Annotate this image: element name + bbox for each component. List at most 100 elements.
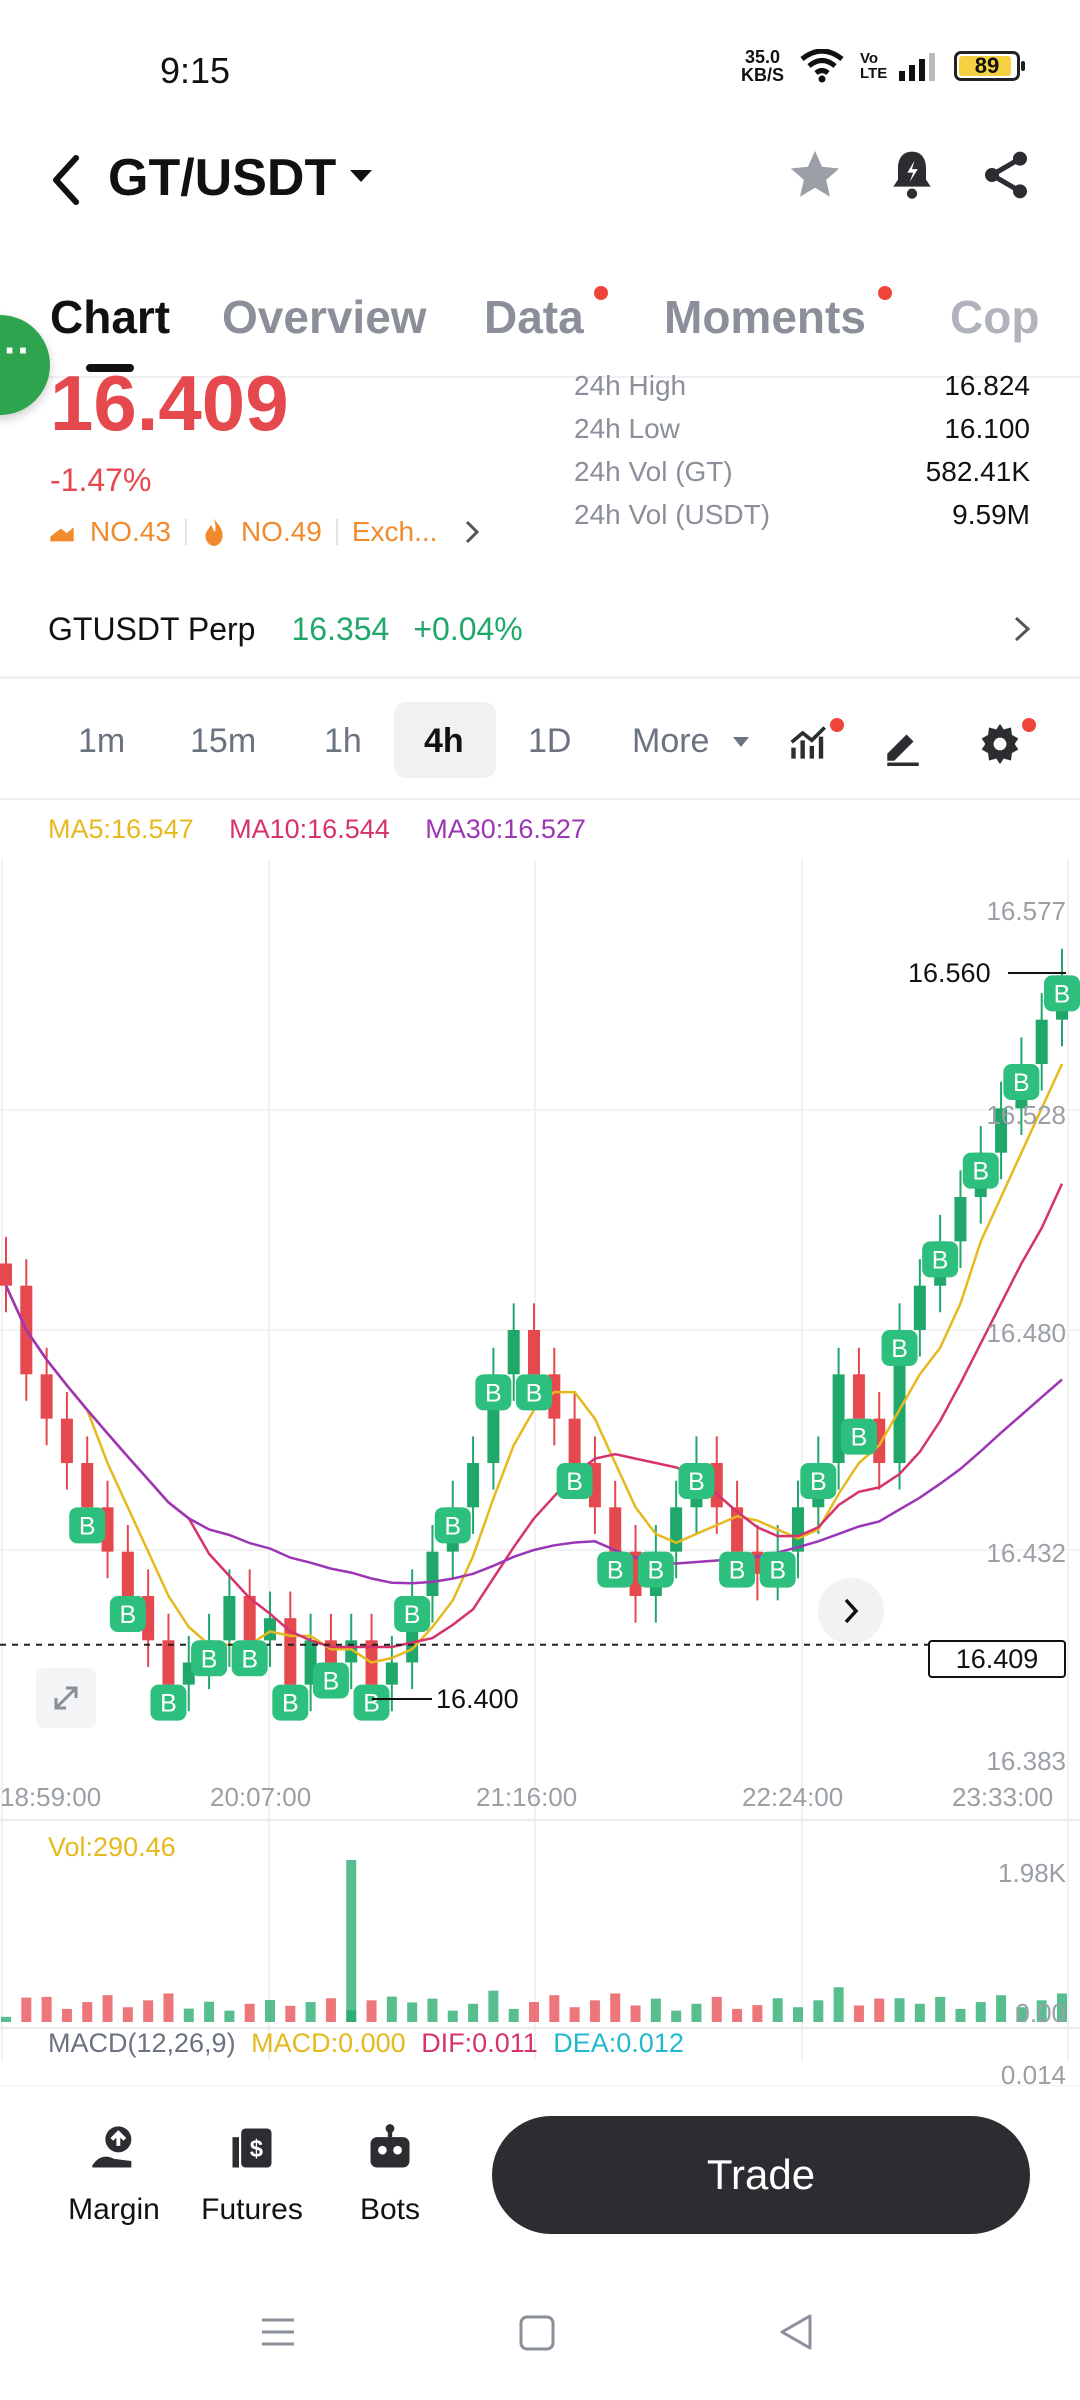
- timeframe-1d[interactable]: 1D: [528, 722, 571, 761]
- candle-body: [609, 1507, 622, 1552]
- tab-data[interactable]: Data: [484, 290, 584, 344]
- ticker-stats: 24h High 16.824 24h Low 16.100 24h Vol (GT…: [574, 370, 1030, 542]
- section-divider: [0, 676, 1080, 679]
- svg-text:B: B: [323, 1667, 340, 1695]
- rank-market-cap: NO.43: [90, 516, 171, 547]
- candle-body: [324, 1640, 337, 1663]
- trade-button[interactable]: Trade: [492, 2116, 1030, 2234]
- tab-overview[interactable]: Overview: [222, 290, 427, 344]
- alert-bell-icon[interactable]: [884, 146, 940, 204]
- timeframe-4h[interactable]: 4h: [424, 722, 464, 761]
- pair-title[interactable]: GT/USDT: [108, 148, 336, 208]
- candle-body: [1035, 1019, 1048, 1065]
- home-square-icon[interactable]: [518, 2314, 556, 2352]
- status-bar: 9:15 35.0 KB/S Vo LTE 89: [0, 0, 1080, 140]
- last-price-tag: 16.409: [928, 1640, 1066, 1678]
- volume-bar: [508, 2008, 519, 2022]
- perp-row[interactable]: GTUSDT Perp 16.354 +0.04%: [48, 604, 1032, 654]
- volume-bar: [894, 1998, 905, 2022]
- volume-bar: [610, 1993, 621, 2022]
- volume-bar-peak: [346, 1860, 357, 2022]
- volume-bar: [122, 2007, 133, 2022]
- timeframe-more[interactable]: More: [632, 722, 709, 761]
- volume-bar: [650, 1998, 661, 2022]
- svg-text:B: B: [810, 1468, 827, 1496]
- indicators-icon[interactable]: [788, 722, 832, 766]
- timeframe-15m[interactable]: 15m: [190, 722, 256, 761]
- candle-body: [162, 1640, 175, 1685]
- volume-bar: [325, 1998, 336, 2022]
- svg-text:B: B: [282, 1690, 299, 1718]
- settings-badge: [1022, 718, 1036, 732]
- tab-moments[interactable]: Moments: [664, 290, 866, 344]
- scroll-latest-button[interactable]: [818, 1578, 884, 1644]
- perp-name: GTUSDT Perp: [48, 610, 256, 647]
- ma-legend: MA5:16.547 MA10:16.544 MA30:16.527: [48, 814, 586, 845]
- share-icon[interactable]: [978, 146, 1034, 204]
- candle-body: [954, 1197, 967, 1242]
- status-time: 9:15: [160, 50, 231, 91]
- bottom-nav: Margin $ Futures Bots Trade: [0, 2085, 1080, 2265]
- draw-pen-icon[interactable]: [882, 724, 924, 766]
- tab-data-badge: [594, 286, 608, 300]
- ma5-label: MA5:16.547: [48, 814, 194, 844]
- volume-bar: [589, 2000, 600, 2022]
- timeframe-1m[interactable]: 1m: [78, 722, 125, 761]
- tab-chart[interactable]: Chart: [50, 290, 170, 344]
- net-speed: 35.0 KB/S: [740, 47, 784, 85]
- settings-gear-icon[interactable]: [978, 722, 1022, 766]
- expand-chart-button[interactable]: [36, 1668, 96, 1728]
- y-tick: 16.577: [986, 896, 1066, 926]
- buy-marker: B: [1044, 975, 1080, 1012]
- volume-bar: [752, 2005, 763, 2022]
- volume-bar: [833, 1987, 844, 2022]
- buy-marker: B: [800, 1462, 837, 1499]
- expand-icon: [54, 1686, 78, 1710]
- menu-icon[interactable]: [258, 2314, 298, 2350]
- rank-hot: NO.49: [240, 516, 322, 547]
- exchange-link[interactable]: Exch...: [352, 516, 438, 548]
- volume-bar: [183, 2008, 194, 2022]
- svg-text:B: B: [607, 1557, 624, 1585]
- perp-change: +0.04%: [413, 610, 523, 647]
- volume-bar: [975, 2002, 986, 2022]
- vol-tick: 1.98K: [998, 1858, 1066, 1888]
- volume-bar: [732, 2008, 743, 2022]
- svg-text:B: B: [729, 1557, 746, 1585]
- rank-row[interactable]: NO.43 NO.49 Exch...: [48, 516, 481, 548]
- svg-text:B: B: [566, 1468, 583, 1496]
- candle-body: [223, 1595, 236, 1641]
- buy-marker: B: [637, 1551, 674, 1588]
- caret-down-icon: [733, 737, 749, 747]
- svg-text:B: B: [363, 1690, 380, 1718]
- low-marker-label: 16.400: [436, 1684, 519, 1714]
- star-icon[interactable]: [786, 146, 844, 204]
- volume-bar: [630, 2005, 641, 2022]
- svg-text:B: B: [485, 1379, 502, 1407]
- volume-bar: [549, 1995, 560, 2022]
- status-icons: 35.0 KB/S Vo LTE 89: [740, 47, 1025, 85]
- volume-bar: [914, 2003, 925, 2022]
- buy-marker: B: [597, 1551, 634, 1588]
- nav-margin[interactable]: Margin: [54, 2122, 174, 2227]
- tab-copy[interactable]: Cop: [950, 290, 1039, 344]
- price-chart[interactable]: BBBB BBBBBBB BBB BBB BBBBBBBB: [0, 860, 1080, 2085]
- candle-body: [426, 1551, 439, 1596]
- candle-body: [670, 1507, 683, 1552]
- volume-bar: [1, 2016, 11, 2022]
- volume-bar: [691, 2003, 702, 2022]
- svg-text:B: B: [526, 1379, 543, 1407]
- candle-body: [467, 1462, 480, 1508]
- timeframe-1h[interactable]: 1h: [324, 722, 362, 761]
- y-tick: 16.480: [986, 1318, 1066, 1348]
- back-triangle-icon[interactable]: [776, 2312, 816, 2352]
- x-tick: 20:07:00: [210, 1782, 312, 1812]
- rank-separator: [184, 519, 187, 545]
- svg-text:B: B: [1054, 980, 1071, 1008]
- pair-dropdown-icon[interactable]: [348, 168, 374, 184]
- volume-bar: [488, 1990, 499, 2022]
- candle-body: [121, 1551, 134, 1596]
- nav-bots[interactable]: Bots: [330, 2122, 450, 2227]
- back-arrow-icon[interactable]: [48, 150, 84, 210]
- nav-futures[interactable]: $ Futures: [192, 2122, 312, 2227]
